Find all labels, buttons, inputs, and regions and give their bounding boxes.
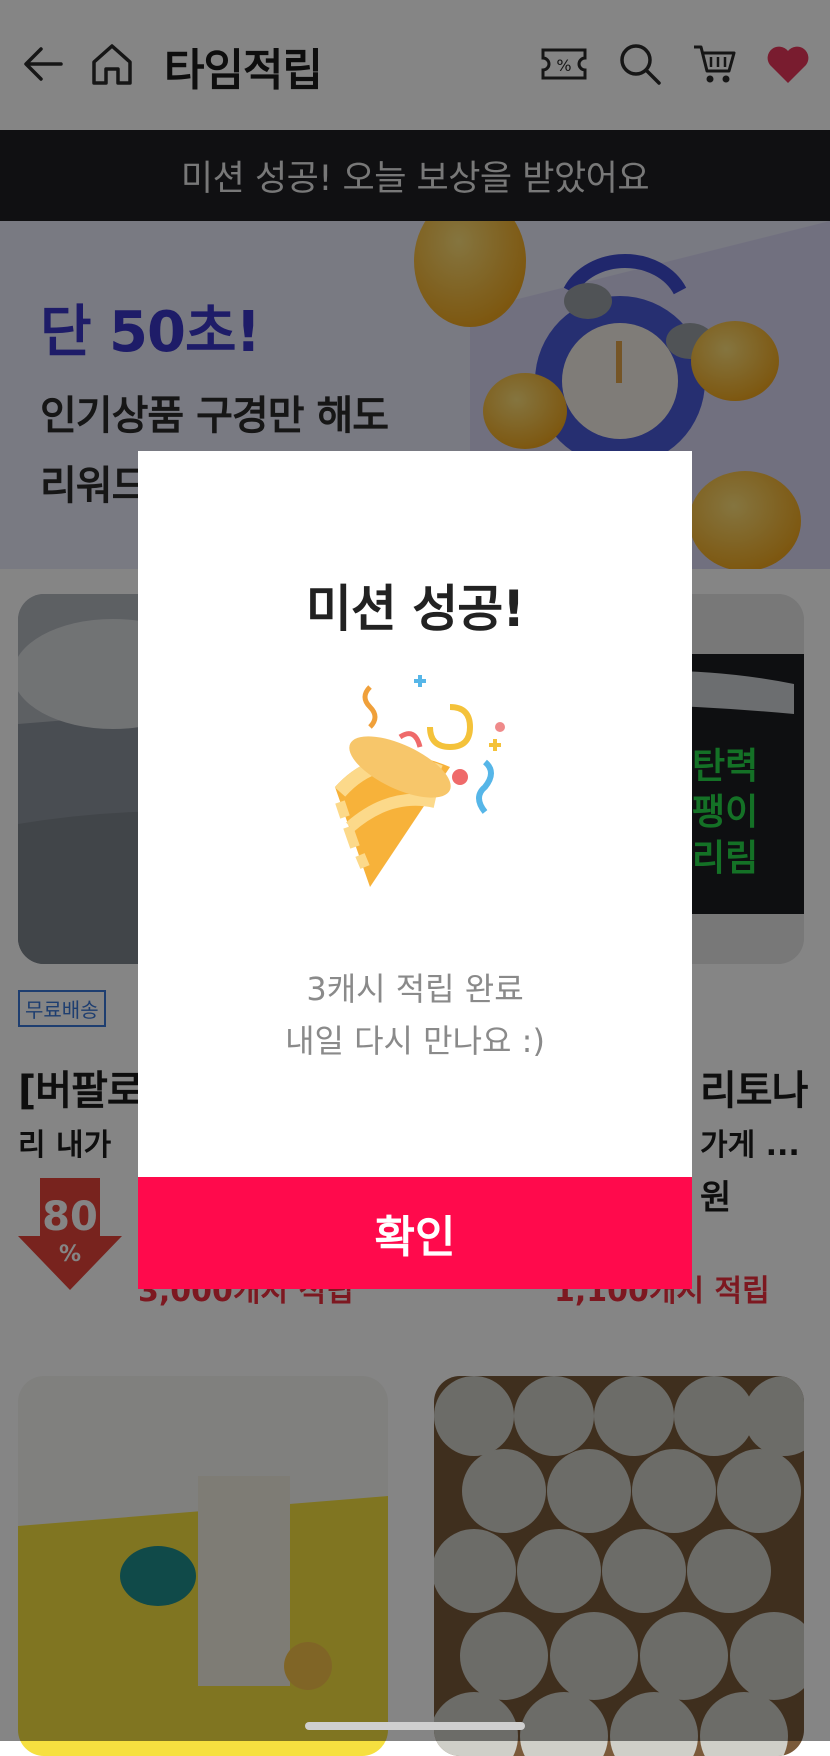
dialog-message-line-2: 내일 다시 만나요 :) <box>285 1022 545 1060</box>
confirm-button-label: 확인 <box>374 1212 456 1263</box>
dialog-title: 미션 성공! <box>305 580 525 638</box>
confirm-button[interactable]: 확인 <box>138 1177 692 1289</box>
home-indicator[interactable] <box>305 1722 525 1730</box>
dialog-message: 3캐시 적립 완료 내일 다시 만나요 :) <box>138 963 692 1067</box>
dialog-message-line-1: 3캐시 적립 완료 <box>306 970 524 1008</box>
party-popper-icon <box>334 675 505 887</box>
mission-success-dialog: 미션 성공! 3캐시 적립 완료 내일 다시 만나요 :) 확인 <box>138 451 692 1289</box>
